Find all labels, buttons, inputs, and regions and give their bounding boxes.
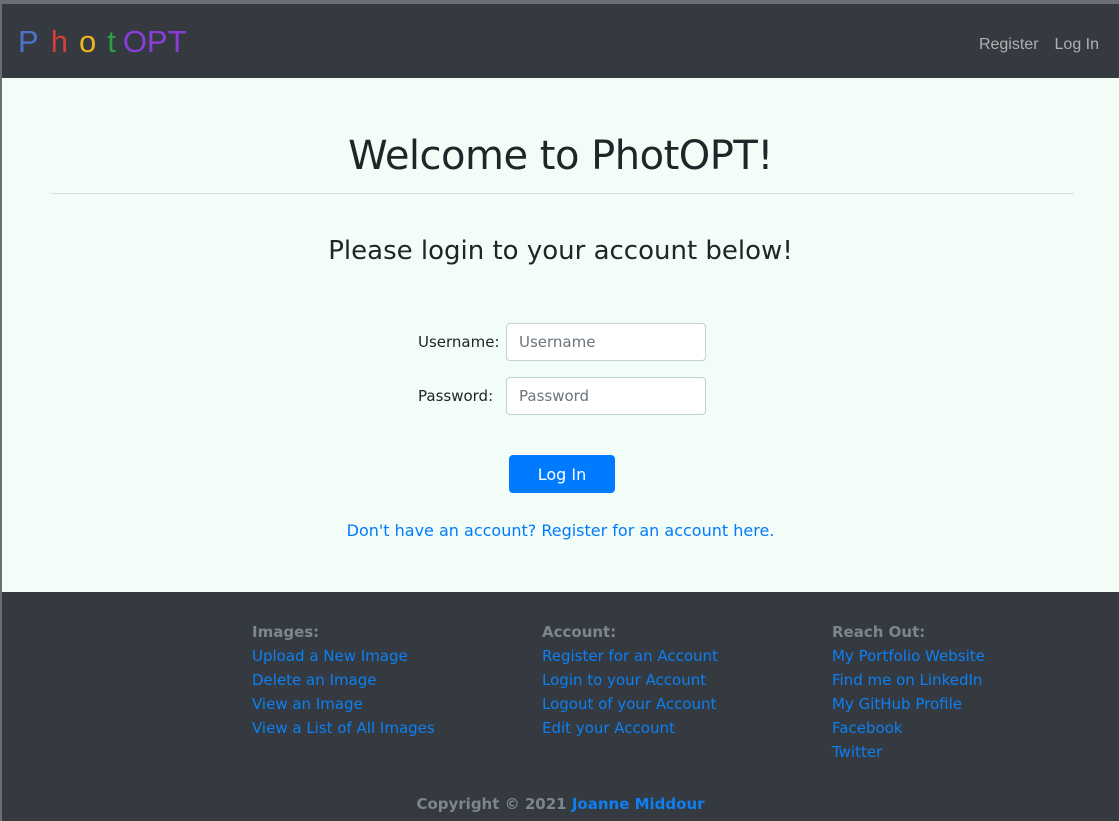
footer-heading: Images: (252, 623, 320, 641)
login-section: Welcome to PhotOPT! Please login to your… (2, 78, 1119, 592)
page-subtitle: Please login to your account below! (328, 236, 793, 266)
footer: Images: Upload a New Image Delete an Ima… (2, 592, 1119, 821)
footer-heading: Account: (542, 623, 617, 641)
footer-column-images: Images: Upload a New Image Delete an Ima… (252, 620, 435, 740)
footer-link-view-image[interactable]: View an Image (252, 692, 435, 716)
username-row: Username: (418, 323, 706, 361)
login-button[interactable]: Log In (509, 455, 615, 493)
page-frame: Ph o t OPT Register Log In Welcome to PhotO… (2, 4, 1119, 821)
footer-heading: Reach Out: (832, 623, 926, 641)
footer-link-twitter[interactable]: Twitter (832, 740, 985, 764)
footer-link-facebook[interactable]: Facebook (832, 716, 985, 740)
footer-link-portfolio[interactable]: My Portfolio Website (832, 644, 985, 668)
username-input[interactable] (506, 323, 706, 361)
password-row: Password: (418, 377, 706, 415)
footer-link-logout[interactable]: Logout of your Account (542, 692, 718, 716)
brand-logo[interactable]: Ph o t OPT (18, 25, 187, 59)
navbar: Ph o t OPT Register Log In (2, 4, 1119, 78)
footer-link-upload-image[interactable]: Upload a New Image (252, 644, 435, 668)
footer-link-login[interactable]: Login to your Account (542, 668, 718, 692)
username-label: Username: (418, 333, 500, 351)
brand-letter-h: h (50, 24, 68, 59)
nav-register-link[interactable]: Register (979, 36, 1039, 54)
nav-login-link[interactable]: Log In (1055, 36, 1099, 54)
copyright-text: Copyright © 2021 (416, 795, 567, 813)
brand-letter-t: t (107, 24, 116, 59)
footer-link-list-images[interactable]: View a List of All Images (252, 716, 435, 740)
page-title: Welcome to PhotOPT! (348, 133, 773, 179)
brand-letter-o: o (78, 24, 97, 59)
copyright: Copyright © 2021 Joanne Middour (2, 795, 1119, 813)
footer-link-delete-image[interactable]: Delete an Image (252, 668, 435, 692)
footer-link-linkedin[interactable]: Find me on LinkedIn (832, 668, 985, 692)
footer-link-register[interactable]: Register for an Account (542, 644, 718, 668)
nav-links: Register Log In (979, 36, 1099, 54)
divider (51, 193, 1074, 194)
footer-link-edit-account[interactable]: Edit your Account (542, 716, 718, 740)
footer-column-account: Account: Register for an Account Login t… (542, 620, 718, 740)
brand-letter-p: P (18, 24, 39, 59)
register-account-link[interactable]: Don't have an account? Register for an a… (2, 521, 1119, 540)
brand-letters-opt: OPT (122, 24, 187, 59)
copyright-author-link[interactable]: Joanne Middour (572, 795, 705, 813)
footer-column-reach-out: Reach Out: My Portfolio Website Find me … (832, 620, 985, 764)
password-input[interactable] (506, 377, 706, 415)
footer-link-github[interactable]: My GitHub Profile (832, 692, 985, 716)
password-label: Password: (418, 387, 494, 405)
